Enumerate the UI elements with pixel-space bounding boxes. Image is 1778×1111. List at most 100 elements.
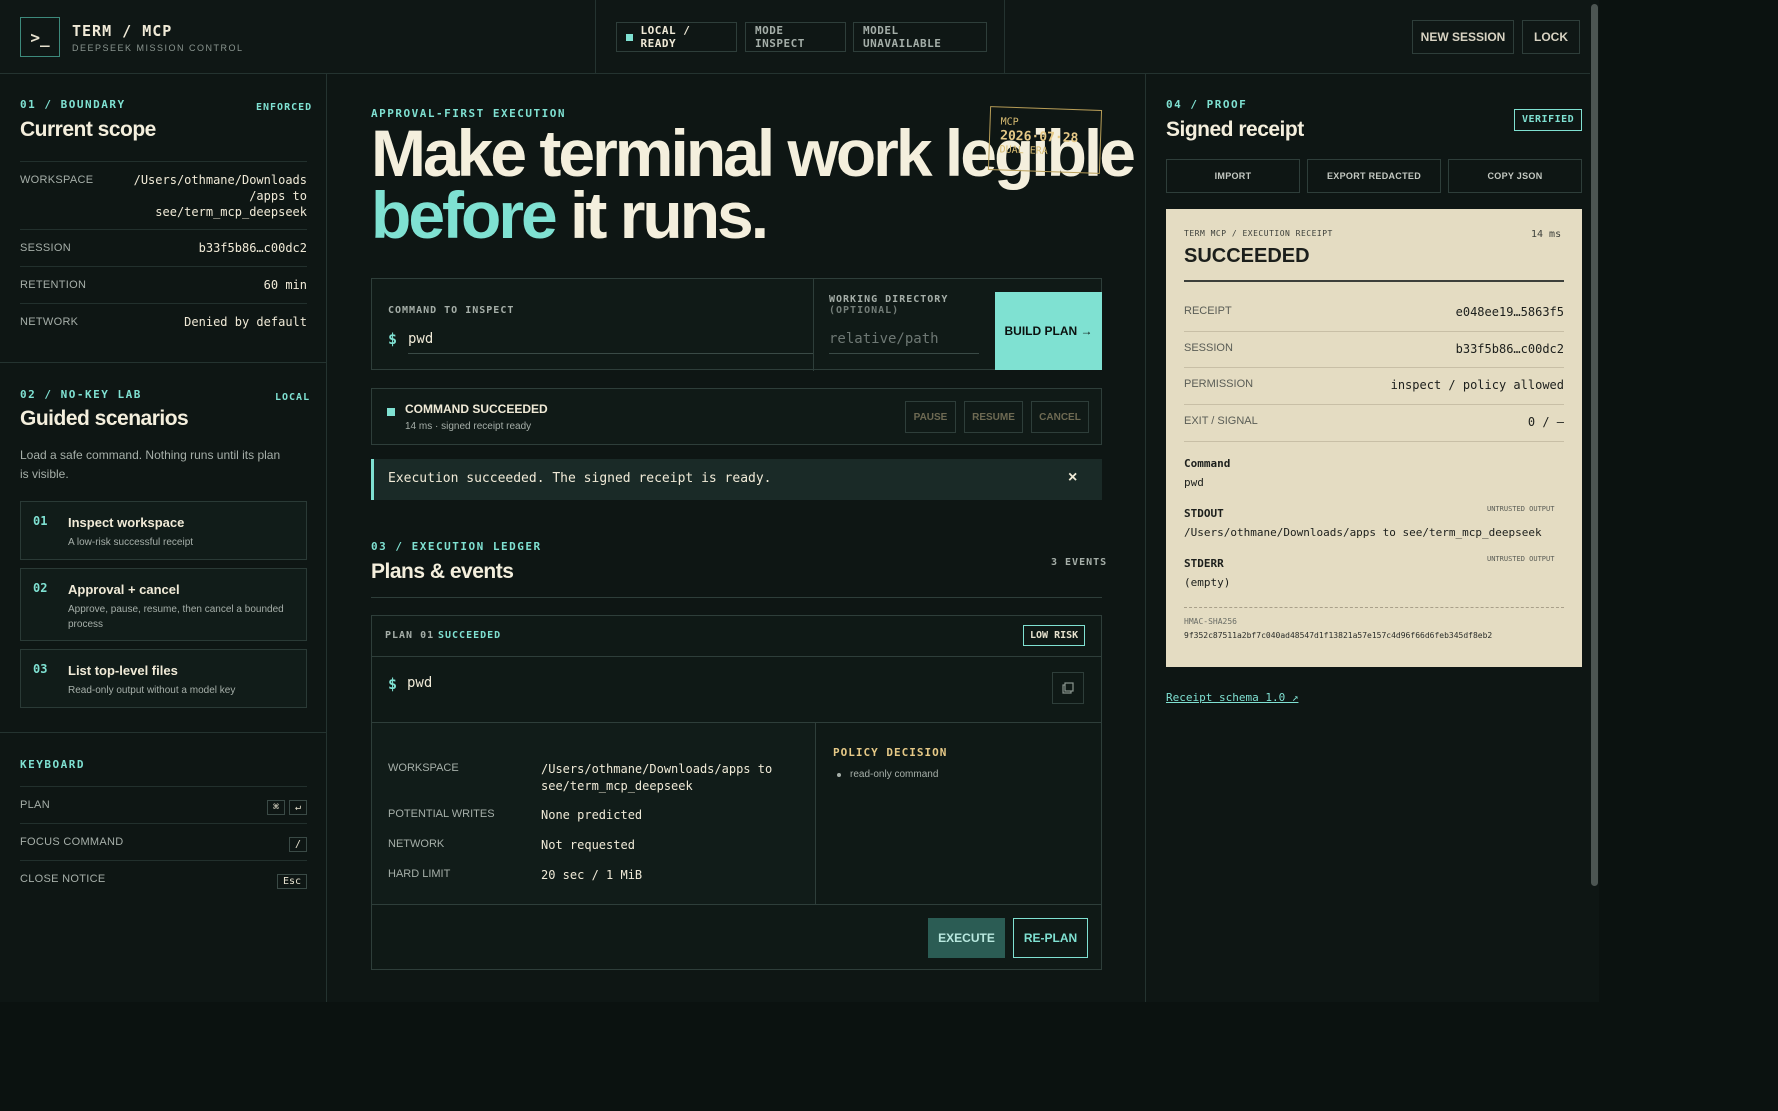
plan-detail-value: None predicted bbox=[541, 808, 643, 822]
mode-pill: MODE INSPECT bbox=[745, 22, 846, 52]
shortcut-keys: ⌘ ↵ bbox=[263, 787, 307, 823]
receipt-key: SESSION bbox=[1184, 342, 1233, 354]
receipt-command: pwd bbox=[1184, 476, 1204, 489]
scenario-title: List top-level files bbox=[68, 663, 178, 678]
retention-row: RETENTION 60 min bbox=[20, 266, 307, 303]
shortcut-label: CLOSE NOTICE bbox=[20, 873, 106, 885]
scrollbar-thumb[interactable] bbox=[1591, 4, 1598, 886]
plan-details: WORKSPACE /Users/othmane/Downloads/apps … bbox=[372, 723, 815, 904]
session-key: SESSION bbox=[20, 242, 72, 254]
terminal-logo-icon: >_ bbox=[20, 17, 60, 57]
workspace-key: WORKSPACE bbox=[20, 174, 94, 186]
lab-section-label: 02 / NO-KEY LAB bbox=[20, 388, 142, 401]
divider bbox=[372, 904, 1101, 905]
ledger-title: Plans & events bbox=[371, 560, 514, 583]
success-dot-icon bbox=[387, 408, 395, 416]
working-directory-label-line2: (OPTIONAL) bbox=[829, 305, 900, 316]
notice-text: Execution succeeded. The signed receipt … bbox=[388, 471, 772, 486]
receipt-duration: 14 ms bbox=[1531, 229, 1562, 240]
receipt-row: RECEIPT e048ee19…5863f5 bbox=[1184, 295, 1564, 332]
retention-value: 60 min bbox=[263, 278, 307, 292]
plan-detail-key: WORKSPACE bbox=[388, 762, 459, 774]
receipt-row: EXIT / SIGNAL 0 / — bbox=[1184, 404, 1564, 441]
replan-button[interactable]: RE-PLAN bbox=[1013, 918, 1088, 958]
proof-title: Signed receipt bbox=[1166, 118, 1304, 141]
escape-key: Esc bbox=[276, 874, 307, 889]
scenario-item[interactable]: 02 Approval + cancel Approve, pause, res… bbox=[20, 568, 307, 641]
divider bbox=[813, 279, 814, 371]
working-directory-label-line1: WORKING DIRECTORY bbox=[829, 294, 949, 305]
run-status-title: COMMAND SUCCEEDED bbox=[405, 402, 548, 416]
hero-line-2: before it runs. bbox=[371, 182, 1133, 248]
verified-badge: VERIFIED bbox=[1514, 109, 1583, 131]
divider bbox=[1184, 280, 1564, 282]
boundary-section-label: 01 / BOUNDARY bbox=[20, 98, 126, 111]
resume-button[interactable]: RESUME bbox=[964, 401, 1023, 433]
scrollbar[interactable] bbox=[1590, 0, 1599, 890]
prompt-icon: $ bbox=[388, 675, 398, 693]
local-badge: LOCAL bbox=[275, 392, 311, 403]
receipt-card: TERM MCP / EXECUTION RECEIPT 14 ms SUCCE… bbox=[1166, 209, 1582, 667]
ready-status-label: LOCAL / READY bbox=[640, 24, 691, 50]
status-dot-icon bbox=[626, 33, 633, 41]
lab-title: Guided scenarios bbox=[20, 407, 189, 430]
app-subtitle: DEEPSEEK MISSION CONTROL bbox=[72, 43, 244, 53]
ledger-section-label: 03 / EXECUTION LEDGER bbox=[371, 540, 542, 553]
scenario-title: Approval + cancel bbox=[68, 582, 180, 597]
success-notice: Execution succeeded. The signed receipt … bbox=[371, 459, 1102, 500]
command-key-icon: ⌘ bbox=[266, 800, 285, 815]
top-bar: >_ TERM / MCP DEEPSEEK MISSION CONTROL L… bbox=[0, 0, 1599, 74]
copy-json-button[interactable]: COPY JSON bbox=[1448, 159, 1582, 193]
event-count: 3 EVENTS bbox=[1051, 557, 1108, 568]
shortcut-label: PLAN bbox=[20, 799, 50, 811]
divider bbox=[372, 656, 1101, 657]
proof-panel: 04 / PROOF Signed receipt VERIFIED IMPOR… bbox=[1145, 74, 1599, 1002]
date-stamp: MCP 2026·07·28 DUAL ERA bbox=[987, 106, 1103, 174]
command-form: COMMAND TO INSPECT $ pwd WORKING DIRECTO… bbox=[371, 278, 1102, 371]
lock-button[interactable]: LOCK bbox=[1522, 20, 1580, 54]
shortcut-label: FOCUS COMMAND bbox=[20, 836, 124, 848]
network-key: NETWORK bbox=[20, 316, 79, 328]
divider bbox=[1184, 607, 1564, 608]
pause-button[interactable]: PAUSE bbox=[905, 401, 956, 433]
command-label: COMMAND TO INSPECT bbox=[388, 305, 515, 316]
policy-item: read-only command bbox=[850, 769, 939, 780]
scenario-item[interactable]: 01 Inspect workspace A low-risk successf… bbox=[20, 501, 307, 560]
workspace-value-line1: /Users/othmane/Downloads bbox=[133, 173, 307, 187]
workspace-value-line3: see/term_mcp_deepseek bbox=[155, 205, 307, 219]
app-frame: >_ TERM / MCP DEEPSEEK MISSION CONTROL L… bbox=[0, 0, 1599, 1002]
shortcut-row: PLAN ⌘ ↵ bbox=[20, 786, 307, 823]
shortcut-keys: / bbox=[285, 824, 307, 860]
bullet-icon bbox=[837, 773, 841, 777]
divider bbox=[0, 362, 326, 363]
close-icon[interactable]: × bbox=[1068, 469, 1077, 487]
stderr-label: STDERR bbox=[1184, 557, 1224, 570]
export-redacted-button[interactable]: EXPORT REDACTED bbox=[1307, 159, 1441, 193]
import-button[interactable]: IMPORT bbox=[1166, 159, 1300, 193]
receipt-header: TERM MCP / EXECUTION RECEIPT bbox=[1184, 229, 1333, 238]
working-directory-input[interactable]: relative/path bbox=[829, 325, 979, 354]
proof-section-label: 04 / PROOF bbox=[1166, 98, 1248, 111]
stderr-value: (empty) bbox=[1184, 576, 1231, 589]
receipt-schema-link[interactable]: Receipt schema 1.0 ↗ bbox=[1166, 691, 1298, 704]
scenario-item[interactable]: 03 List top-level files Read-only output… bbox=[20, 649, 307, 708]
boundary-title: Current scope bbox=[20, 118, 156, 141]
copy-icon[interactable] bbox=[1052, 672, 1084, 704]
receipt-key: PERMISSION bbox=[1184, 378, 1254, 390]
receipt-row: SESSION b33f5b86…c00dc2 bbox=[1184, 331, 1564, 368]
command-input[interactable]: pwd bbox=[408, 325, 814, 354]
receipt-value: 0 / — bbox=[1527, 415, 1564, 429]
app-title: TERM / MCP bbox=[72, 22, 173, 40]
scenario-description: A low-risk successful receipt bbox=[68, 537, 194, 548]
divider bbox=[371, 597, 1102, 598]
scenario-description: Approve, pause, resume, then cancel a bo… bbox=[68, 604, 284, 630]
cancel-button[interactable]: CANCEL bbox=[1031, 401, 1089, 433]
receipt-value: b33f5b86…c00dc2 bbox=[1455, 342, 1564, 356]
new-session-button[interactable]: NEW SESSION bbox=[1412, 20, 1514, 54]
plan-card: PLAN 01 SUCCEEDED LOW RISK $ pwd WORKSPA… bbox=[371, 615, 1102, 970]
execute-button[interactable]: EXECUTE bbox=[928, 918, 1005, 958]
scenario-number: 02 bbox=[33, 581, 48, 595]
ready-status-pill: LOCAL / READY bbox=[616, 22, 737, 52]
build-plan-button[interactable]: BUILD PLAN → bbox=[995, 292, 1102, 370]
scenario-title: Inspect workspace bbox=[68, 515, 185, 530]
